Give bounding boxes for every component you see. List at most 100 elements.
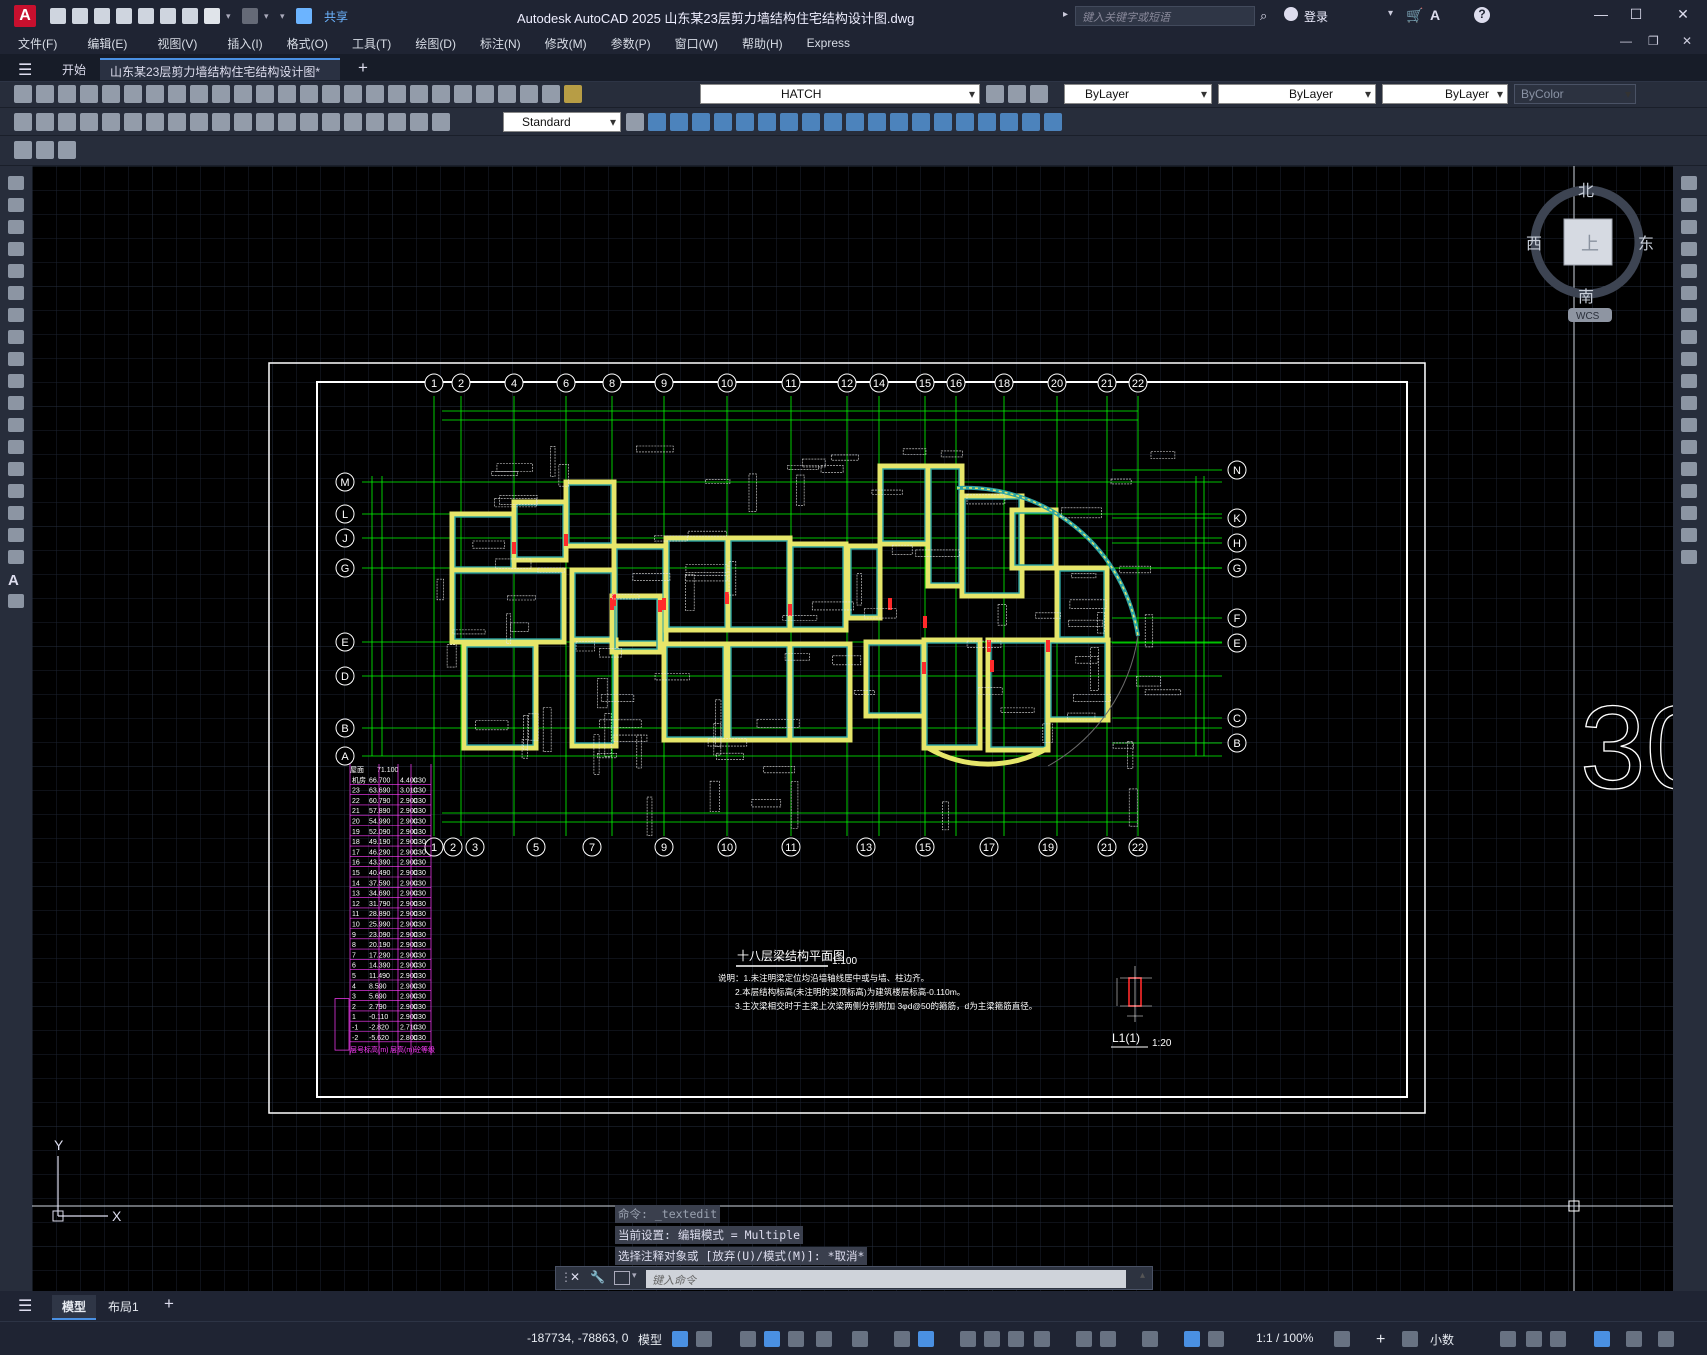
menu-express[interactable]: Express: [807, 36, 850, 50]
block-editor-icon[interactable]: [256, 85, 274, 103]
dim-break-icon[interactable]: [278, 113, 296, 131]
copy-icon[interactable]: [190, 85, 208, 103]
maximize-window-button[interactable]: ☐: [1626, 6, 1646, 26]
add-layout-button[interactable]: +: [164, 1294, 174, 1314]
check-icon[interactable]: [978, 113, 996, 131]
mirror-icon[interactable]: [1681, 220, 1697, 234]
match-properties-icon[interactable]: [234, 85, 252, 103]
table-icon[interactable]: [8, 550, 24, 564]
save-icon[interactable]: [94, 8, 110, 24]
cut-icon[interactable]: [168, 85, 186, 103]
menu-draw[interactable]: 绘图(D): [415, 35, 456, 52]
dim-style-dropdown[interactable]: Standard: [503, 112, 621, 132]
dim-text-edit-icon[interactable]: [410, 113, 428, 131]
mtext-icon[interactable]: [36, 141, 54, 159]
drawing-canvas[interactable]: 1 2 4 6 8 9 10 11 12 14 15 16 18 20 21 22 1 2 3 5 7 9 10 11 13 15…: [32, 166, 1673, 1291]
line-icon[interactable]: [8, 176, 24, 190]
cart-icon[interactable]: 🛒: [1406, 7, 1423, 24]
clean-screen-icon[interactable]: [1626, 1331, 1642, 1347]
3d-print-icon[interactable]: [146, 85, 164, 103]
model-space-button[interactable]: 模型: [638, 1331, 662, 1348]
menu-dimension[interactable]: 标注(N): [480, 35, 521, 52]
zoom-previous-icon[interactable]: [388, 85, 406, 103]
dim-space-icon[interactable]: [256, 113, 274, 131]
search-input[interactable]: 键入关键字或短语: [1075, 6, 1255, 26]
make-current-layer-icon[interactable]: [986, 85, 1004, 103]
publish-icon[interactable]: [124, 85, 142, 103]
extend-icon[interactable]: [1681, 396, 1697, 410]
menu-view[interactable]: 视图(V): [157, 35, 197, 52]
lock-ui-icon[interactable]: [1526, 1331, 1542, 1347]
transparency-icon[interactable]: [960, 1331, 976, 1347]
color-dropdown[interactable]: ByLayer: [1064, 84, 1212, 104]
polar-tracking-icon[interactable]: [788, 1331, 804, 1347]
break-at-point-icon[interactable]: [1681, 418, 1697, 432]
arc-icon[interactable]: [8, 286, 24, 300]
new-icon[interactable]: [14, 85, 32, 103]
undo-icon[interactable]: [278, 85, 296, 103]
center-mark-icon[interactable]: [322, 113, 340, 131]
stretch-icon[interactable]: [1681, 352, 1697, 366]
tolerance-icon[interactable]: [300, 113, 318, 131]
search-icon[interactable]: ⌕: [1260, 8, 1267, 24]
menu-help[interactable]: 帮助(H): [742, 35, 783, 52]
object-snap-icon[interactable]: [918, 1331, 934, 1347]
3d-osnap-icon[interactable]: [1008, 1331, 1024, 1347]
save-as-icon[interactable]: [116, 8, 132, 24]
customization-icon[interactable]: [1658, 1331, 1674, 1347]
jogged-linear-icon[interactable]: [366, 113, 384, 131]
doc-close-button[interactable]: ✕: [1682, 34, 1692, 48]
calculator-icon[interactable]: [498, 85, 516, 103]
revision-cloud-icon[interactable]: [8, 330, 24, 344]
undo-dropdown-icon[interactable]: ▾: [226, 11, 236, 22]
imprint-icon[interactable]: [890, 113, 908, 131]
layer-states-icon[interactable]: [1030, 85, 1048, 103]
new-file-icon[interactable]: [50, 8, 66, 24]
user-icon[interactable]: [1284, 7, 1298, 21]
workspace-gear-icon[interactable]: [1334, 1331, 1350, 1347]
tab-start[interactable]: 开始: [52, 58, 96, 80]
redo-icon[interactable]: [242, 8, 258, 24]
polyline-icon[interactable]: [8, 220, 24, 234]
snap-mode-icon[interactable]: [696, 1331, 712, 1347]
units-value[interactable]: 小数: [1430, 1331, 1454, 1348]
grid-display-icon[interactable]: [672, 1331, 688, 1347]
clean-icon[interactable]: [912, 113, 930, 131]
menu-parametric[interactable]: 参数(P): [611, 35, 651, 52]
mtext-tool-icon[interactable]: A: [8, 572, 24, 589]
open-web-icon[interactable]: [138, 8, 154, 24]
isodraft-icon[interactable]: [816, 1331, 832, 1347]
share-icon[interactable]: [296, 8, 312, 24]
tab-model[interactable]: 模型: [52, 1295, 97, 1320]
array-icon[interactable]: [1681, 264, 1697, 278]
doc-restore-button[interactable]: ❐: [1648, 34, 1659, 48]
dynamic-input-icon[interactable]: [740, 1331, 756, 1347]
menu-insert[interactable]: 插入(I): [227, 35, 262, 52]
selection-cycling-icon[interactable]: [984, 1331, 1000, 1347]
open-file-icon[interactable]: [72, 8, 88, 24]
hamburger-menu-icon[interactable]: ☰: [18, 60, 32, 80]
save-web-icon[interactable]: [160, 8, 176, 24]
shell-icon[interactable]: [956, 113, 974, 131]
command-input[interactable]: 键入命令: [646, 1270, 1126, 1288]
isolate-objects-icon[interactable]: [1550, 1331, 1566, 1347]
circle-icon[interactable]: [8, 308, 24, 322]
extrude-edges-icon[interactable]: [1000, 113, 1018, 131]
selection-filter-icon[interactable]: [1076, 1331, 1092, 1347]
dim-style-manager-icon[interactable]: [626, 113, 644, 131]
minimize-window-button[interactable]: —: [1591, 6, 1611, 26]
region-icon[interactable]: [8, 528, 24, 542]
search-expand-icon[interactable]: ▸: [1063, 9, 1068, 20]
delete-faces-icon[interactable]: [780, 113, 798, 131]
command-recent-icon[interactable]: [614, 1271, 630, 1285]
rotate-faces-icon[interactable]: [802, 113, 820, 131]
lineweight-icon[interactable]: [894, 1331, 910, 1347]
point-icon[interactable]: [8, 462, 24, 476]
viewcube-south[interactable]: 南: [1578, 288, 1594, 306]
command-customize-icon[interactable]: 🔧: [590, 1270, 605, 1284]
menu-window[interactable]: 窗口(W): [675, 35, 718, 52]
erase-icon[interactable]: [1681, 176, 1697, 190]
extrude-faces-icon[interactable]: [714, 113, 732, 131]
add-selected-icon[interactable]: [8, 594, 24, 608]
annotation-monitor-icon[interactable]: +: [1376, 1331, 1385, 1349]
